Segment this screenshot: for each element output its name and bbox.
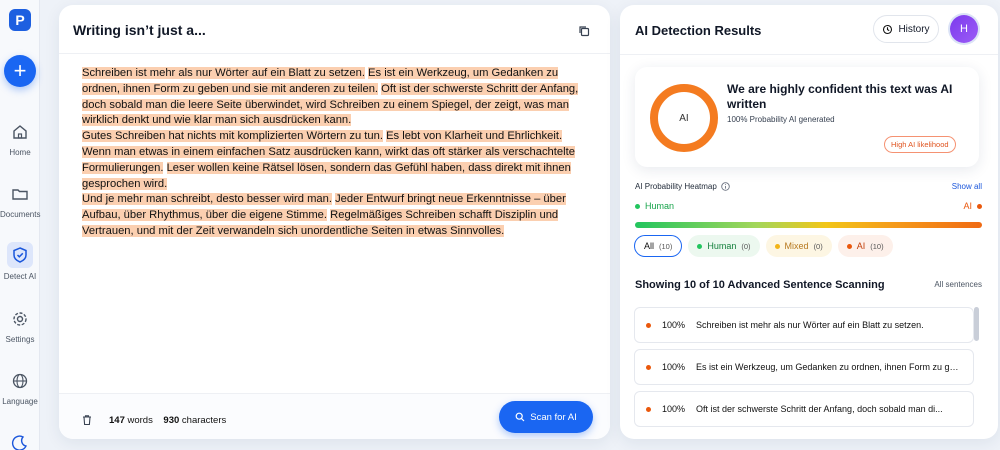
paragraph: Schreiben ist mehr als nur Wörter auf ei…	[82, 66, 586, 129]
filter-label: All	[644, 241, 655, 251]
gear-icon	[13, 312, 27, 326]
heatmap-title-text: AI Probability Heatmap	[635, 182, 717, 191]
sidebar-item-documents[interactable]: Documents	[0, 184, 40, 219]
ai-label: AI	[963, 201, 972, 211]
filter-human[interactable]: Human (0)	[688, 235, 760, 257]
sidebar-item-home[interactable]: Home	[0, 122, 40, 157]
filter-label: Mixed	[784, 241, 809, 251]
filter-count: (10)	[870, 241, 884, 251]
highlighted-sentence: Es lebt von Klarheit und Ehrlichkeit.	[386, 130, 563, 143]
chars-label: characters	[181, 415, 227, 426]
sentence-percent: 100%	[662, 320, 686, 330]
filter-mixed[interactable]: Mixed (0)	[765, 235, 832, 257]
heatmap-title: AI Probability Heatmap	[635, 182, 730, 191]
ai-dot-icon	[646, 406, 651, 412]
mixed-dot-icon	[774, 243, 780, 249]
sentence-percent: 100%	[662, 404, 686, 414]
highlighted-sentence: Und je mehr man schreibt, desto besser w…	[82, 193, 332, 206]
theme-toggle[interactable]	[0, 433, 40, 450]
folder-icon	[12, 189, 28, 200]
results-panel: AI Detection Results History H AI We are…	[620, 5, 998, 439]
shield-icon	[13, 247, 27, 263]
paragraph: Und je mehr man schreibt, desto besser w…	[82, 192, 586, 239]
human-dot-icon	[697, 243, 703, 249]
filter-label: Human	[707, 241, 737, 251]
moon-icon	[11, 435, 27, 450]
summary-headline: We are highly confident this text was AI…	[727, 82, 953, 111]
filter-count: (10)	[659, 241, 673, 251]
history-icon	[883, 24, 893, 34]
divider	[59, 53, 610, 54]
heatmap-gradient-bar	[635, 222, 982, 228]
likelihood-badge: High AI likelihood	[884, 136, 956, 153]
show-all-link[interactable]: Show all	[952, 182, 982, 191]
sentence-row[interactable]: 100% Es ist ein Werkzeug, um Gedanken zu …	[634, 349, 974, 385]
human-dot-icon	[635, 203, 640, 209]
sidebar: P + Home Documents Detect AI Settings La…	[0, 0, 40, 450]
filter-count: (0)	[813, 241, 823, 251]
ai-dot-icon	[646, 322, 651, 328]
app-logo[interactable]: P	[9, 9, 31, 31]
avatar[interactable]: H	[950, 15, 978, 43]
sidebar-item-label: Home	[9, 148, 31, 157]
heatmap-ai-label: AI	[963, 201, 982, 211]
filter-ai[interactable]: AI (10)	[837, 235, 893, 257]
sidebar-item-label: Detect AI	[3, 272, 37, 281]
ai-dot-icon	[977, 203, 982, 209]
ai-dot-icon	[846, 243, 852, 249]
sentence-percent: 100%	[662, 362, 686, 372]
copy-button[interactable]	[572, 19, 596, 43]
sentence-row[interactable]: 100% Schreiben ist mehr als nur Wörter au…	[634, 307, 974, 343]
highlighted-sentence: Gutes Schreiben hat nichts mit komplizie…	[82, 130, 383, 143]
all-sentences-dropdown[interactable]: All sentences	[934, 280, 982, 289]
results-title: AI Detection Results	[635, 23, 762, 38]
sentence-scan-title: Showing 10 of 10 Advanced Sentence Scann…	[635, 279, 885, 291]
sentence-text: Oft ist der schwerste Schritt der Anfang…	[696, 404, 943, 414]
editor-footer: 147 words 930 characters Scan for AI	[59, 393, 610, 439]
paragraph: Gutes Schreiben hat nichts mit komplizie…	[82, 129, 586, 192]
words-label: words	[127, 415, 153, 426]
scrollbar[interactable]	[974, 307, 979, 341]
sentence-text: Schreiben ist mehr als nur Wörter auf ei…	[696, 320, 924, 330]
filter-label: AI	[856, 241, 866, 251]
globe-icon	[12, 373, 28, 389]
ai-dot-icon	[646, 364, 651, 370]
sentence-row[interactable]: 100% Oft ist der schwerste Schritt der An…	[634, 391, 974, 427]
word-char-count: 147 words 930 characters	[109, 415, 226, 426]
info-icon[interactable]	[721, 182, 730, 191]
sidebar-item-label: Language	[2, 397, 38, 406]
sidebar-item-label: Settings	[5, 335, 35, 344]
sentence-text: Es ist ein Werkzeug, um Gedanken zu ordn…	[696, 362, 961, 372]
char-count: 930	[163, 415, 180, 426]
human-label: Human	[645, 201, 675, 211]
history-label: History	[898, 23, 930, 35]
trash-icon[interactable]	[81, 414, 93, 426]
search-icon	[515, 412, 525, 422]
document-title: Writing isn’t just a...	[73, 22, 206, 38]
new-document-button[interactable]: +	[4, 55, 36, 87]
word-count: 147	[109, 415, 125, 426]
editor-panel: Writing isn’t just a... Schreiben ist me…	[59, 5, 610, 439]
filter-count: (0)	[741, 241, 751, 251]
highlighted-sentence: Schreiben ist mehr als nur Wörter auf ei…	[82, 67, 365, 79]
sidebar-item-detect-ai[interactable]: Detect AI	[0, 242, 40, 281]
sidebar-item-settings[interactable]: Settings	[0, 309, 40, 344]
sidebar-item-language[interactable]: Language	[0, 371, 40, 406]
divider	[620, 54, 998, 55]
summary-card: AI We are highly confident this text was…	[635, 67, 979, 167]
scan-for-ai-button[interactable]: Scan for AI	[499, 401, 593, 433]
history-button[interactable]: History	[873, 15, 939, 43]
filter-all[interactable]: All (10)	[634, 235, 683, 257]
home-icon	[13, 125, 27, 139]
filter-chips: All (10) Human (0) Mixed (0) AI (10)	[634, 235, 893, 257]
scan-label: Scan for AI	[530, 411, 577, 423]
sidebar-item-label: Documents	[0, 210, 41, 219]
copy-icon	[579, 26, 590, 37]
ai-score-donut: AI	[650, 84, 718, 152]
probability-text: 100% Probability AI generated	[727, 115, 835, 124]
heatmap-human-label: Human	[635, 201, 674, 211]
document-text[interactable]: Schreiben ist mehr als nur Wörter auf ei…	[82, 66, 586, 240]
